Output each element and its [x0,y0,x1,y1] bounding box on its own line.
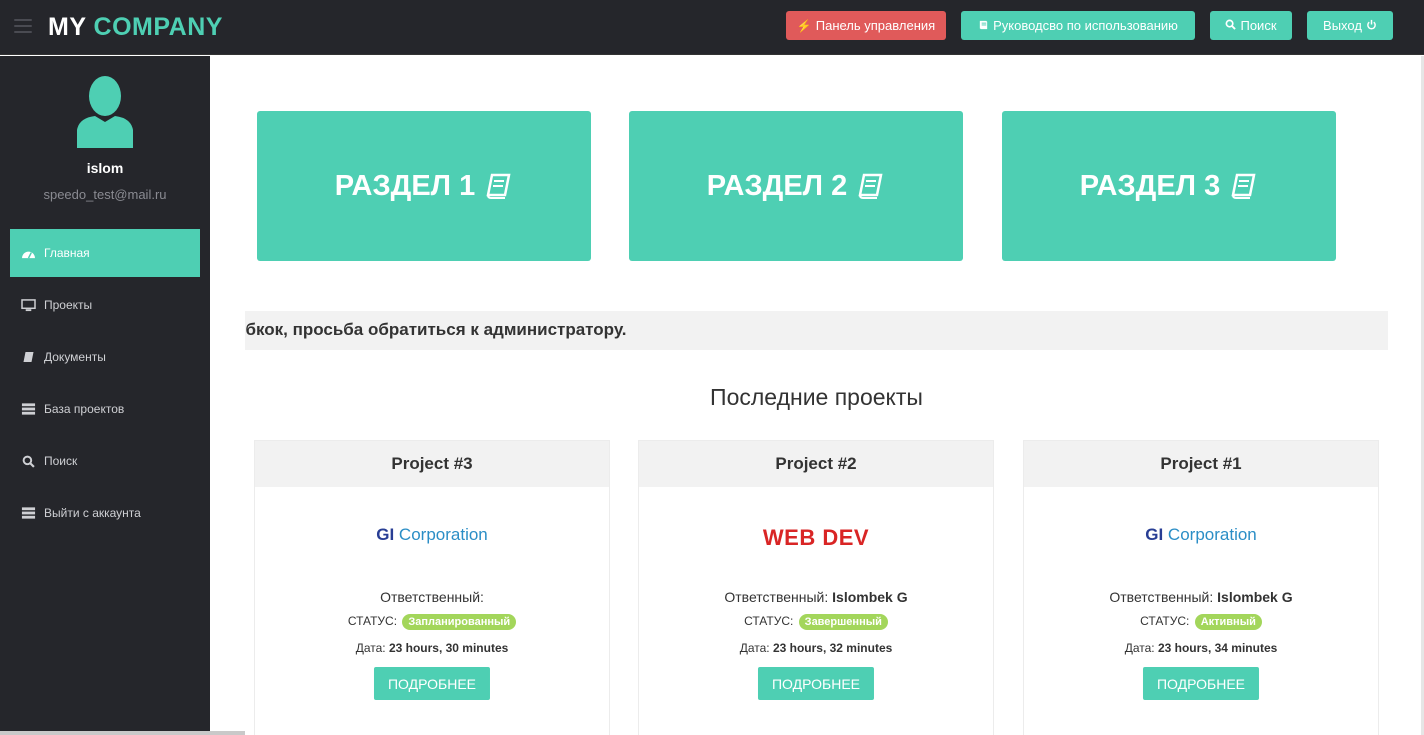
responsible-label: Ответственный: [380,589,484,605]
sidebar-item-label: Поиск [44,454,78,468]
project-title: Project #3 [255,441,609,487]
bolt-icon: ⚡ [796,18,812,33]
control-panel-label: Панель управления [815,18,936,33]
date-row: Дата: 23 hours, 30 minutes [255,641,609,655]
responsible: Ответственный: [255,589,609,605]
control-panel-button[interactable]: ⚡ Панель управления [786,11,946,40]
sidebar-item-label: Выйти с аккаунта [44,506,141,520]
hamburger-menu-icon[interactable] [14,19,32,33]
date-value: 23 hours, 30 minutes [388,641,509,655]
server-icon [20,402,36,416]
brand-part2: COMPANY [93,13,223,41]
logout-label: Выход [1323,18,1362,33]
dashboard-icon [20,246,36,260]
search-icon [20,454,36,468]
book-icon [978,19,989,33]
section-tile-label: РАЗДЕЛ 2 [706,169,848,202]
status-badge: Завершенный [798,614,888,630]
sidebar-item-label: Проекты [44,298,93,312]
status-label: СТАТУС: [347,614,398,628]
announcement-marquee: ибкок, просьба обратиться к администрато… [245,311,1388,350]
book-icon [858,173,883,199]
date-label: Дата: [355,641,386,655]
manual-label: Руководсво по использованию [993,18,1178,33]
sidebar-item-documents[interactable]: Документы [10,333,200,381]
date-label: Дата: [1124,641,1155,655]
sidebar-item-label: Главная [44,246,90,260]
project-logo: GI Corporation [255,525,609,545]
responsible: Ответственный: Islombek G [1024,589,1378,605]
section-tile-label: РАЗДЕЛ 1 [334,169,476,202]
project-logo: WEB DEV [762,525,870,550]
project-title: Project #2 [639,441,993,487]
power-icon [1366,19,1377,33]
responsible-label: Ответственный: [1109,589,1214,605]
book-icon [486,173,511,199]
brand-logo[interactable]: MY COMPANY [48,13,223,42]
responsible: Ответственный: Islombek G [639,589,993,605]
responsible-value: Islombek G [832,589,908,605]
date-row: Дата: 23 hours, 34 minutes [1024,641,1378,655]
logo-part1: GI [376,525,395,544]
search-icon [1225,19,1237,33]
search-label: Поиск [1240,18,1277,33]
logo-part1: GI [1145,525,1164,544]
date-value: 23 hours, 34 minutes [1157,641,1278,655]
sidebar-menu: Главная Проекты Документы База проектов … [10,229,200,541]
section-tile-label: РАЗДЕЛ 3 [1079,169,1221,202]
status-label: СТАТУС: [1140,614,1190,628]
brand-part1: MY [48,13,87,41]
sidebar-item-search[interactable]: Поиск [10,437,200,485]
date-value: 23 hours, 32 minutes [772,641,893,655]
sidebar: islom speedo_test@mail.ru Главная Проект… [0,56,210,735]
marquee-text: ибкок, просьба обратиться к администрато… [245,320,627,339]
project-card: Project #1 GI Corporation Ответственный:… [1023,440,1379,735]
project-card: Project #2 WEB DEV Ответственный: Islomb… [638,440,994,735]
date-row: Дата: 23 hours, 32 minutes [639,641,993,655]
details-button[interactable]: ПОДРОБНЕЕ [757,667,875,700]
recent-projects-title: Последние проекты [710,384,923,410]
responsible-label: Ответственный: [724,589,829,605]
status-row: СТАТУС: Активный [1024,614,1378,630]
sidebar-item-label: Документы [44,350,106,364]
details-button[interactable]: ПОДРОБНЕЕ [1142,667,1260,700]
responsible-value: Islombek G [1217,589,1293,605]
logo-part2: Corporation [398,525,488,544]
section-tile-2[interactable]: РАЗДЕЛ 2 [629,111,963,261]
search-button[interactable]: Поиск [1210,11,1292,40]
date-label: Дата: [739,641,770,655]
server-icon [20,506,36,520]
status-row: СТАТУС: Завершенный [639,614,993,630]
status-row: СТАТУС: Запланированный [255,614,609,630]
top-navbar: MY COMPANY ⚡ Панель управления Руководсв… [0,0,1424,55]
section-tile-1[interactable]: РАЗДЕЛ 1 [257,111,591,261]
sidebar-item-logout[interactable]: Выйти с аккаунта [10,489,200,537]
logout-button[interactable]: Выход [1307,11,1393,40]
project-card: Project #3 GI Corporation Ответственный:… [254,440,610,735]
project-title: Project #1 [1024,441,1378,487]
details-button[interactable]: ПОДРОБНЕЕ [373,667,491,700]
user-email: speedo_test@mail.ru [43,187,167,202]
monitor-icon [20,298,36,312]
user-avatar-icon [77,76,133,148]
book-icon [1231,173,1256,199]
status-badge: Активный [1194,614,1262,630]
status-badge: Запланированный [402,614,517,630]
sidebar-item-label: База проектов [44,402,125,416]
user-name: islom [86,160,124,176]
project-logo: GI Corporation [1024,525,1378,545]
book-icon [20,350,36,364]
logo-part2: Corporation [1167,525,1257,544]
sidebar-item-projects[interactable]: Проекты [10,281,200,329]
status-label: СТАТУС: [744,614,794,628]
section-tile-3[interactable]: РАЗДЕЛ 3 [1002,111,1336,261]
sidebar-item-home[interactable]: Главная [10,229,200,277]
manual-button[interactable]: Руководсво по использованию [961,11,1195,40]
sidebar-item-projects-base[interactable]: База проектов [10,385,200,433]
horizontal-scrollbar[interactable] [0,731,245,735]
